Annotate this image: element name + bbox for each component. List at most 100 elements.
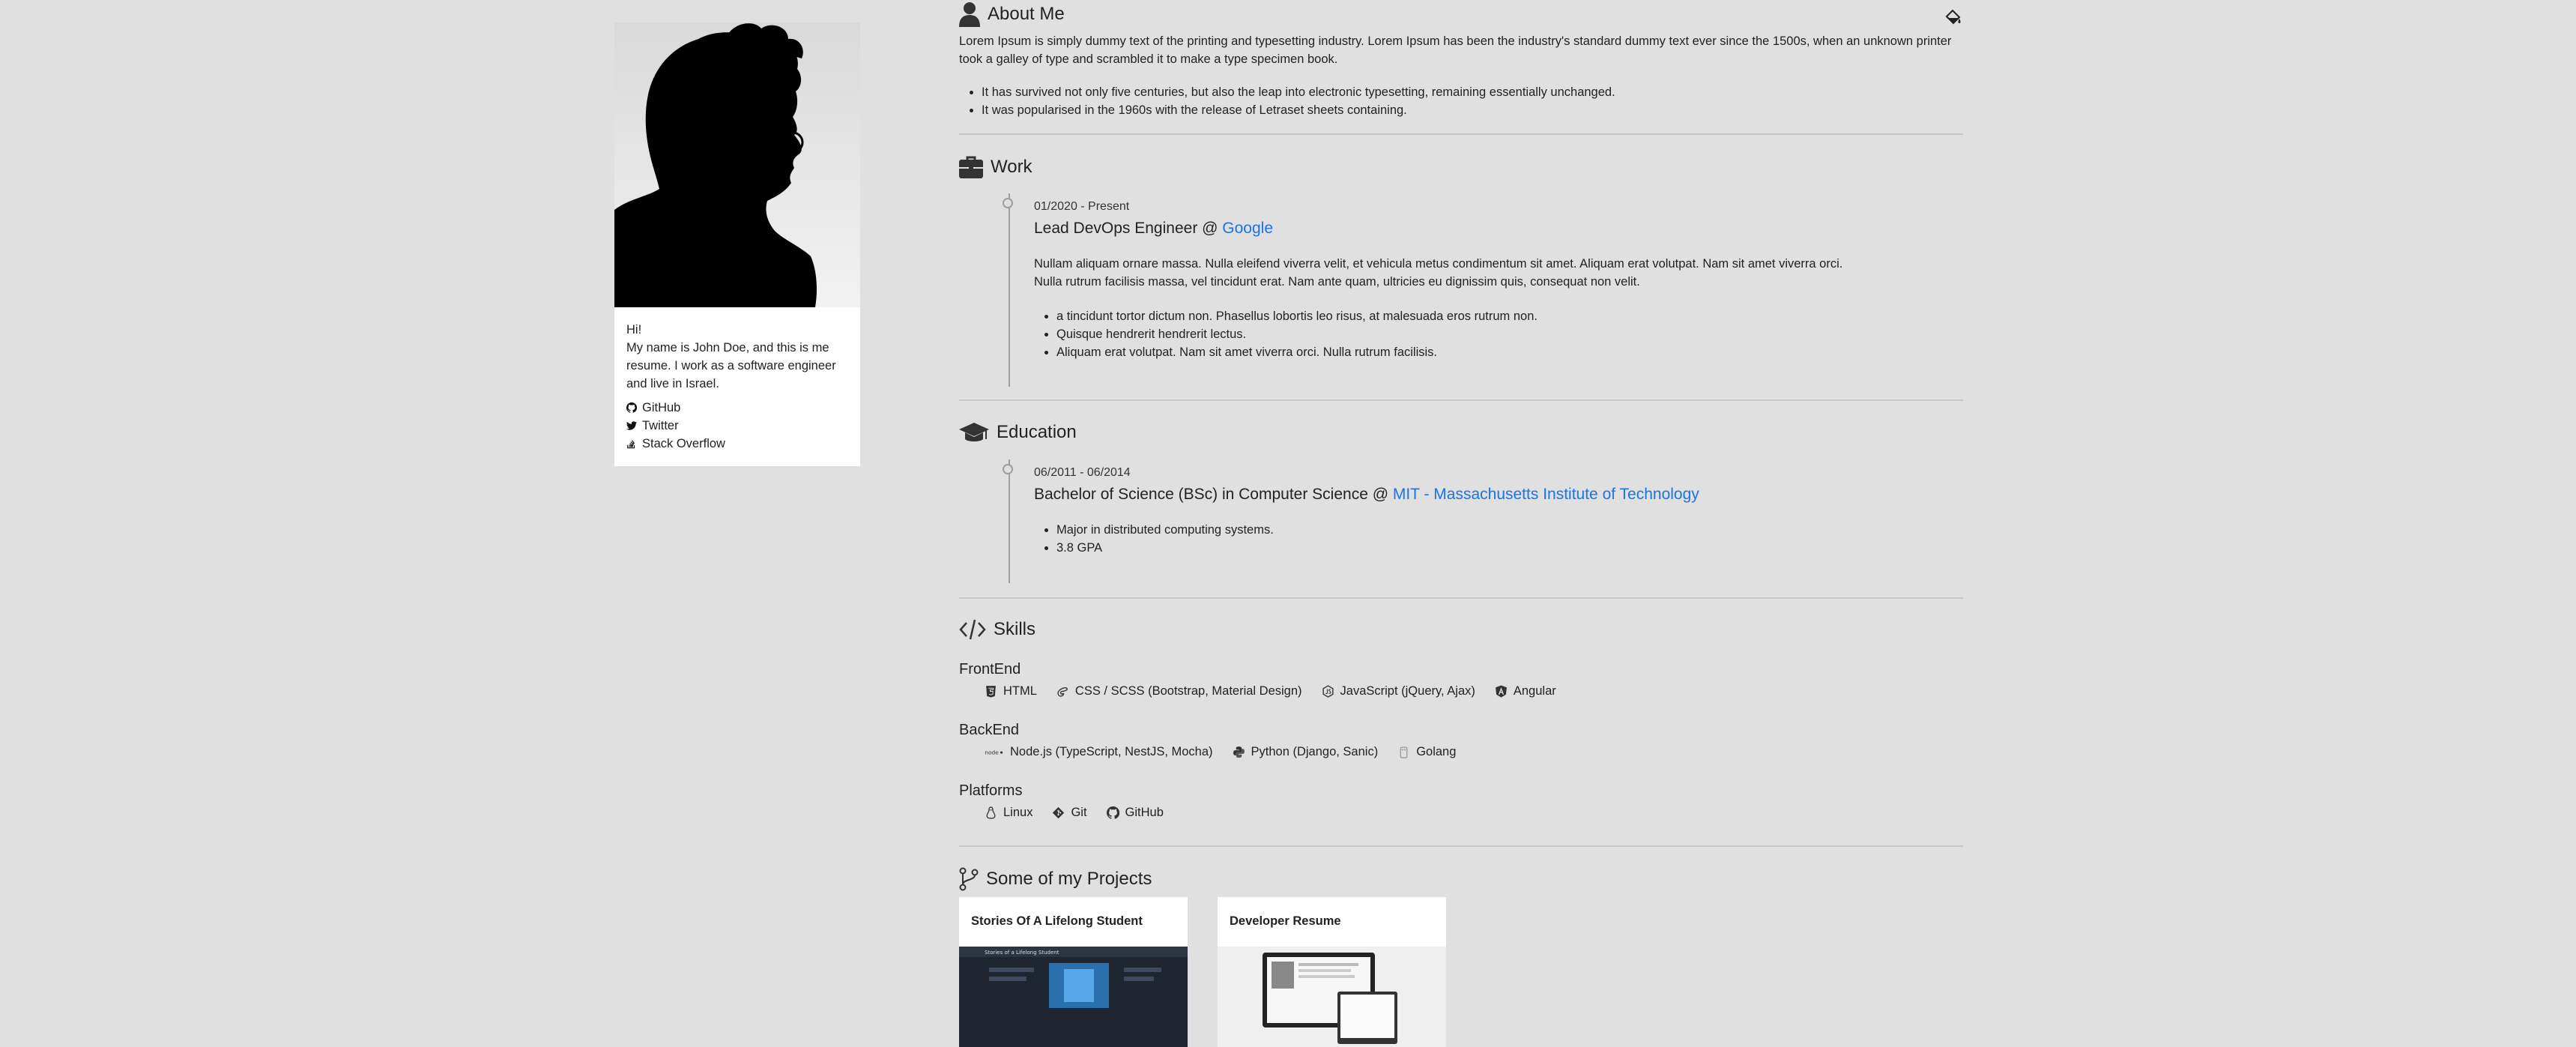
education-bullets: Major in distributed computing systems. … [1034, 521, 1933, 557]
projects-title: Some of my Projects [986, 869, 1152, 889]
job-description: Nullam aliquam ornare massa. Nulla eleif… [1034, 257, 1843, 289]
python-icon [1233, 746, 1245, 758]
list-item: a tincidunt tortor dictum non. Phasellus… [1056, 307, 1933, 325]
skill-label: Linux [1003, 806, 1033, 819]
degree-name: Bachelor of Science (BSc) in Computer Sc… [1034, 486, 1393, 503]
list-item: It has survived not only five centuries,… [982, 83, 1956, 101]
social-links: GitHub Twitter Stack Overflow [626, 399, 848, 453]
about-bullets: It has survived not only five centuries,… [959, 83, 1956, 119]
html5-icon [986, 686, 996, 698]
social-link-github[interactable]: GitHub [626, 399, 848, 417]
skill-item: Python (Django, Sanic) [1233, 745, 1379, 759]
stackoverflow-icon [627, 440, 635, 449]
list-item: Major in distributed computing systems. [1056, 521, 1933, 539]
linux-icon [986, 806, 996, 819]
angular-icon [1495, 685, 1507, 698]
skills-title: Skills [994, 619, 1036, 639]
social-link-label: Stack Overflow [642, 437, 725, 450]
work-title: Work [991, 157, 1032, 177]
skill-label: Python (Django, Sanic) [1251, 745, 1379, 758]
skill-label: Golang [1416, 745, 1457, 758]
skill-label: Git [1071, 806, 1087, 819]
user-icon [959, 2, 980, 27]
graduation-cap-icon [959, 423, 989, 441]
list-item: 3.8 GPA [1056, 539, 1933, 557]
work-header: Work [959, 156, 1032, 178]
profile-card: Hi! My name is John Doe, and this is me … [614, 22, 860, 466]
work-timeline: 01/2020 - Present Lead DevOps Engineer @… [1003, 193, 1933, 387]
svg-text:node: node [985, 749, 999, 756]
education-title: Education [997, 422, 1077, 442]
code-icon [959, 619, 986, 640]
divider [959, 133, 1963, 135]
skill-label: GitHub [1125, 806, 1164, 819]
skill-item: HTML [985, 684, 1037, 698]
skill-item: Git [1052, 806, 1087, 820]
skill-item: CSS / SCSS (Bootstrap, Material Design) [1056, 684, 1302, 698]
job-date: 01/2020 - Present [1034, 200, 1130, 213]
about-paragraph: Lorem Ipsum is simply dummy text of the … [959, 34, 1952, 66]
skill-group-backend: BackEnd node Node.js (TypeScript, NestJS… [959, 722, 1963, 759]
project-title: Developer Resume [1230, 914, 1341, 928]
skill-label: HTML [1003, 684, 1037, 698]
timeline-line [1009, 459, 1010, 583]
project-card[interactable]: Developer Resume [1218, 897, 1446, 1047]
skill-group-title: BackEnd [959, 722, 1020, 738]
skill-list: Linux Git GitHub [959, 806, 1963, 820]
divider [959, 399, 1963, 401]
skill-item: JavaScript (jQuery, Ajax) [1322, 684, 1475, 698]
skills-header: Skills [959, 618, 1035, 641]
job-bullets: a tincidunt tortor dictum non. Phasellus… [1034, 307, 1933, 361]
list-item: Aliquam erat volutpat. Nam sit amet vive… [1056, 343, 1933, 361]
sass-icon [1057, 687, 1068, 697]
timeline-dot [1003, 464, 1013, 474]
paint-bucket-icon[interactable] [1944, 7, 1963, 27]
github-icon [1106, 806, 1119, 819]
twitter-icon [626, 421, 637, 430]
thumbnail-caption: Stories of a Lifelong Student [985, 950, 1059, 956]
school-link[interactable]: MIT - Massachusetts Institute of Technol… [1393, 486, 1699, 503]
timeline-dot [1003, 198, 1013, 208]
skill-item: GitHub [1106, 806, 1164, 820]
divider [959, 845, 1963, 847]
education-date: 06/2011 - 06/2014 [1034, 466, 1131, 479]
javascript-icon [1322, 685, 1334, 698]
skill-group-title: Platforms [959, 782, 1023, 799]
list-item: Quisque hendrerit hendrerit lectus. [1056, 325, 1933, 343]
skill-group-title: FrontEnd [959, 661, 1021, 678]
projects-list: Stories Of A Lifelong Student Stories of… [959, 897, 1446, 1047]
social-link-label: GitHub [642, 401, 681, 414]
education-header: Education [959, 421, 1077, 444]
project-title: Stories Of A Lifelong Student [971, 914, 1143, 928]
skill-label: JavaScript (jQuery, Ajax) [1340, 684, 1475, 698]
skill-item: Angular [1495, 684, 1556, 698]
project-thumbnail: Stories of a Lifelong Student [959, 947, 1188, 1047]
job-role: Lead DevOps Engineer @ [1034, 220, 1223, 237]
skill-list: HTML CSS / SCSS (Bootstrap, Material Des… [959, 684, 1963, 698]
list-item: It was popularised in the 1960s with the… [982, 101, 1956, 119]
code-branch-icon [959, 867, 979, 891]
about-header: About Me [959, 1, 1065, 27]
timeline-line [1009, 193, 1010, 387]
company-link[interactable]: Google [1222, 220, 1273, 237]
project-card[interactable]: Stories Of A Lifelong Student Stories of… [959, 897, 1188, 1047]
social-link-twitter[interactable]: Twitter [626, 417, 848, 435]
skill-item: Linux [985, 806, 1032, 820]
skill-item: Golang [1397, 745, 1456, 759]
greeting-text: Hi! [626, 323, 642, 337]
project-thumbnail [1218, 947, 1446, 1047]
github-icon [626, 402, 637, 413]
skill-list: node Node.js (TypeScript, NestJS, Mocha)… [959, 745, 1963, 759]
bio-text: My name is John Doe, and this is me resu… [626, 341, 836, 390]
skill-group-frontend: FrontEnd HTML CSS / SCSS (Bootstrap, Mat… [959, 661, 1963, 698]
git-icon [1053, 806, 1065, 819]
skill-label: Node.js (TypeScript, NestJS, Mocha) [1010, 745, 1213, 758]
divider [959, 597, 1963, 599]
projects-header: Some of my Projects [959, 867, 1152, 891]
social-link-label: Twitter [642, 419, 679, 432]
skill-label: Angular [1513, 684, 1556, 698]
about-title: About Me [988, 4, 1065, 24]
nodejs-icon: node [985, 749, 1003, 756]
social-link-stackoverflow[interactable]: Stack Overflow [626, 435, 848, 453]
skill-label: CSS / SCSS (Bootstrap, Material Design) [1074, 684, 1302, 698]
